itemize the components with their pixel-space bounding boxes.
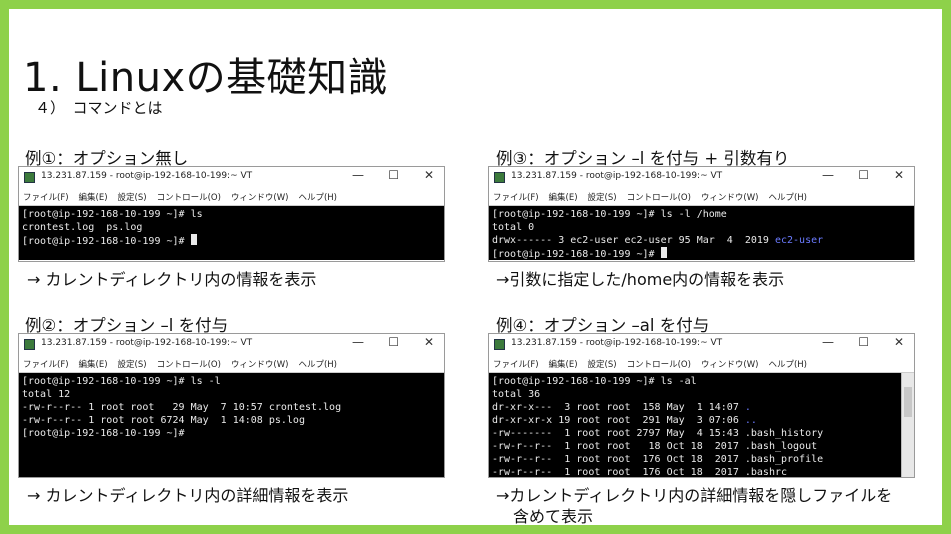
title-bar: 13.231.87.159 - root@ip-192-168-10-199:~… bbox=[19, 334, 444, 355]
app-icon bbox=[24, 172, 35, 183]
menu-window[interactable]: ウィンドウ(W) bbox=[231, 191, 289, 203]
minimize-icon[interactable]: — bbox=[822, 335, 834, 349]
terminal-line: crontest.log ps.log bbox=[22, 222, 143, 233]
terminal-line: drwx------ 3 ec2-user ec2-user 95 Mar 4 … bbox=[492, 235, 824, 246]
example4-caption-line2: 含めて表示 bbox=[513, 507, 594, 525]
current-dir-entry: . bbox=[744, 402, 751, 413]
menu-control[interactable]: コントロール(O) bbox=[627, 358, 691, 370]
menu-window[interactable]: ウィンドウ(W) bbox=[701, 191, 759, 203]
window-title: 13.231.87.159 - root@ip-192-168-10-199:~… bbox=[41, 338, 253, 348]
menu-settings[interactable]: 設定(S) bbox=[118, 191, 147, 203]
close-icon[interactable]: ✕ bbox=[894, 335, 904, 349]
terminal-line: [root@ip-192-168-10-199 ~]# bbox=[22, 234, 441, 248]
menu-control[interactable]: コントロール(O) bbox=[627, 191, 691, 203]
menu-window[interactable]: ウィンドウ(W) bbox=[231, 358, 289, 370]
maximize-icon[interactable]: ☐ bbox=[388, 168, 399, 182]
scrollbar[interactable] bbox=[901, 373, 914, 477]
menu-file[interactable]: ファイル(F) bbox=[493, 358, 539, 370]
window-title: 13.231.87.159 - root@ip-192-168-10-199:~… bbox=[41, 171, 253, 181]
menu-bar: ファイル(F) 編集(E) 設定(S) コントロール(O) ウィンドウ(W) ヘ… bbox=[489, 188, 914, 206]
example1-terminal-window: 13.231.87.159 - root@ip-192-168-10-199:~… bbox=[18, 166, 445, 262]
parent-dir-entry: .. bbox=[744, 415, 757, 426]
terminal-line: total 12 bbox=[22, 389, 71, 400]
terminal-line: [root@ip-192-168-10-199 ~]# ls -l /home bbox=[492, 209, 727, 220]
menu-bar: ファイル(F) 編集(E) 設定(S) コントロール(O) ウィンドウ(W) ヘ… bbox=[19, 355, 444, 373]
terminal-line: total 36 bbox=[492, 389, 541, 400]
example1-caption: → カレントディレクトリ内の情報を表示 bbox=[27, 270, 317, 289]
maximize-icon[interactable]: ☐ bbox=[388, 335, 399, 349]
minimize-icon[interactable]: — bbox=[352, 335, 364, 349]
menu-bar: ファイル(F) 編集(E) 設定(S) コントロール(O) ウィンドウ(W) ヘ… bbox=[19, 188, 444, 206]
menu-edit[interactable]: 編集(E) bbox=[79, 191, 108, 203]
menu-control[interactable]: コントロール(O) bbox=[157, 191, 221, 203]
app-icon bbox=[494, 339, 505, 350]
menu-file[interactable]: ファイル(F) bbox=[23, 358, 69, 370]
example2-terminal-window: 13.231.87.159 - root@ip-192-168-10-199:~… bbox=[18, 333, 445, 478]
slide-title: 1. Linuxの基礎知識 bbox=[23, 55, 389, 101]
close-icon[interactable]: ✕ bbox=[424, 335, 434, 349]
terminal-line: [root@ip-192-168-10-199 ~]# bbox=[492, 247, 911, 260]
menu-help[interactable]: ヘルプ(H) bbox=[768, 358, 807, 370]
menu-window[interactable]: ウィンドウ(W) bbox=[701, 358, 759, 370]
close-icon[interactable]: ✕ bbox=[894, 168, 904, 182]
cursor bbox=[190, 234, 197, 245]
terminal-line: dr-xr-xr-x 19 root root 291 May 3 07:06 … bbox=[492, 415, 757, 426]
menu-edit[interactable]: 編集(E) bbox=[549, 191, 578, 203]
menu-help[interactable]: ヘルプ(H) bbox=[298, 191, 337, 203]
example4-terminal-window: 13.231.87.159 - root@ip-192-168-10-199:~… bbox=[488, 333, 915, 478]
menu-settings[interactable]: 設定(S) bbox=[118, 358, 147, 370]
terminal-screen[interactable]: [root@ip-192-168-10-199 ~]# ls -al total … bbox=[489, 373, 914, 478]
terminal-line: dr-xr-x--- 3 root root 158 May 1 14:07 . bbox=[492, 402, 751, 413]
maximize-icon[interactable]: ☐ bbox=[858, 168, 869, 182]
title-bar: 13.231.87.159 - root@ip-192-168-10-199:~… bbox=[489, 334, 914, 355]
terminal-line: -rw-r--r-- 1 root root 18 Oct 18 2017 .b… bbox=[492, 441, 818, 452]
app-icon bbox=[494, 172, 505, 183]
terminal-line: -rw-r--r-- 1 root root 176 Oct 18 2017 .… bbox=[492, 454, 824, 465]
menu-file[interactable]: ファイル(F) bbox=[23, 191, 69, 203]
example3-terminal-window: 13.231.87.159 - root@ip-192-168-10-199:~… bbox=[488, 166, 915, 262]
cursor bbox=[660, 247, 667, 258]
slide-subtitle: ４） コマンドとは bbox=[35, 99, 163, 117]
terminal-screen[interactable]: [root@ip-192-168-10-199 ~]# ls -l total 1… bbox=[19, 373, 444, 477]
terminal-screen[interactable]: [root@ip-192-168-10-199 ~]# ls -l /home t… bbox=[489, 206, 914, 260]
terminal-line: -rw-r--r-- 1 root root 29 May 7 10:57 cr… bbox=[22, 402, 342, 413]
close-icon[interactable]: ✕ bbox=[424, 168, 434, 182]
terminal-line: [root@ip-192-168-10-199 ~]# ls -l bbox=[22, 376, 221, 387]
menu-bar: ファイル(F) 編集(E) 設定(S) コントロール(O) ウィンドウ(W) ヘ… bbox=[489, 355, 914, 373]
menu-help[interactable]: ヘルプ(H) bbox=[768, 191, 807, 203]
example2-caption: → カレントディレクトリ内の詳細情報を表示 bbox=[27, 486, 349, 505]
slide: 1. Linuxの基礎知識 ４） コマンドとは 例①：オプション無し 13.23… bbox=[9, 9, 942, 525]
terminal-line: [root@ip-192-168-10-199 ~]# bbox=[22, 428, 185, 439]
minimize-icon[interactable]: — bbox=[352, 168, 364, 182]
window-title: 13.231.87.159 - root@ip-192-168-10-199:~… bbox=[511, 338, 723, 348]
window-title: 13.231.87.159 - root@ip-192-168-10-199:~… bbox=[511, 171, 723, 181]
menu-file[interactable]: ファイル(F) bbox=[493, 191, 539, 203]
menu-control[interactable]: コントロール(O) bbox=[157, 358, 221, 370]
title-bar: 13.231.87.159 - root@ip-192-168-10-199:~… bbox=[19, 167, 444, 188]
terminal-line: -rw------- 1 root root 2797 May 4 15:43 … bbox=[492, 428, 824, 439]
menu-edit[interactable]: 編集(E) bbox=[79, 358, 108, 370]
minimize-icon[interactable]: — bbox=[822, 168, 834, 182]
menu-help[interactable]: ヘルプ(H) bbox=[298, 358, 337, 370]
title-bar: 13.231.87.159 - root@ip-192-168-10-199:~… bbox=[489, 167, 914, 188]
scrollbar-thumb[interactable] bbox=[904, 387, 912, 417]
directory-name: ec2-user bbox=[774, 235, 824, 246]
menu-settings[interactable]: 設定(S) bbox=[588, 358, 617, 370]
app-icon bbox=[24, 339, 35, 350]
terminal-line: -rw-r--r-- 1 root root 176 Oct 18 2017 .… bbox=[492, 467, 788, 478]
terminal-screen[interactable]: [root@ip-192-168-10-199 ~]# ls crontest.l… bbox=[19, 206, 444, 260]
terminal-line: -rw-r--r-- 1 root root 6724 May 1 14:08 … bbox=[22, 415, 305, 426]
menu-settings[interactable]: 設定(S) bbox=[588, 191, 617, 203]
maximize-icon[interactable]: ☐ bbox=[858, 335, 869, 349]
terminal-line: total 0 bbox=[492, 222, 535, 233]
terminal-line: [root@ip-192-168-10-199 ~]# ls bbox=[22, 209, 203, 220]
terminal-line: [root@ip-192-168-10-199 ~]# ls -al bbox=[492, 376, 697, 387]
menu-edit[interactable]: 編集(E) bbox=[549, 358, 578, 370]
example3-caption: →引数に指定した/home内の情報を表示 bbox=[496, 270, 785, 289]
